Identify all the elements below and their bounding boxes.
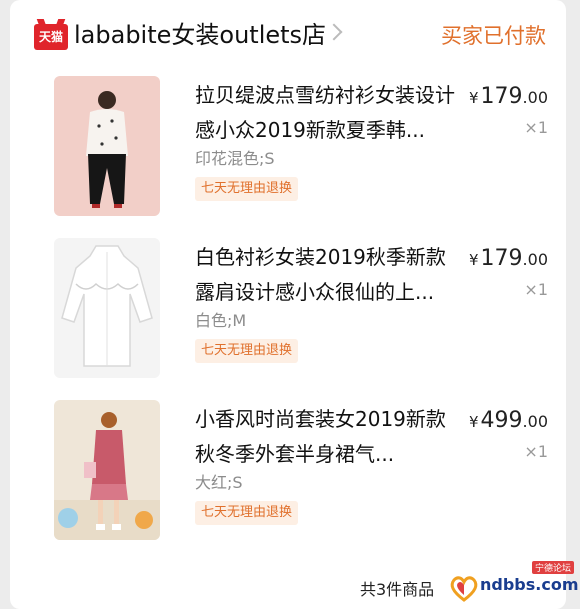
product-quantity: ×1: [524, 280, 548, 299]
product-title[interactable]: 拉贝缇波点雪纺衬衫女装设计感小众2019新款夏季韩...: [195, 78, 465, 148]
product-price: ¥179.00: [469, 246, 548, 271]
price-integer: 179: [480, 246, 523, 271]
watermark: ndbbs.com 宁德论坛: [448, 561, 579, 603]
product-title[interactable]: 白色衬衫女装2019秋季新款露肩设计感小众很仙的上...: [195, 240, 465, 310]
product-price: ¥499.00: [469, 408, 548, 433]
currency-symbol: ¥: [469, 89, 479, 107]
product-price: ¥179.00: [469, 84, 548, 109]
currency-symbol: ¥: [469, 413, 479, 431]
order-status: 买家已付款: [441, 24, 546, 48]
order-item-count: 共3件商品: [360, 580, 435, 599]
order-item[interactable]: 白色衬衫女装2019秋季新款露肩设计感小众很仙的上... 白色;M 七天无理由退…: [10, 238, 566, 388]
tmall-logo: 天猫: [34, 24, 68, 50]
watermark-text: ndbbs.com: [480, 575, 579, 594]
price-integer: 179: [480, 84, 523, 109]
watermark-badge: 宁德论坛: [531, 561, 574, 574]
order-item[interactable]: 拉贝缇波点雪纺衬衫女装设计感小众2019新款夏季韩... 印花混色;S 七天无理…: [10, 76, 566, 226]
return-policy-badge: 七天无理由退换: [195, 501, 299, 525]
product-image[interactable]: [54, 76, 160, 216]
order-card: 天猫 lababite女装outlets店 买家已付款 拉贝缇波点雪纺衬衫女装设…: [10, 0, 566, 609]
price-integer: 499: [480, 408, 523, 433]
price-decimal: .00: [522, 88, 548, 107]
return-policy-badge: 七天无理由退换: [195, 177, 299, 201]
chevron-right-icon[interactable]: [325, 23, 343, 41]
currency-symbol: ¥: [469, 251, 479, 269]
shop-header[interactable]: 天猫 lababite女装outlets店 买家已付款: [10, 0, 566, 70]
price-decimal: .00: [522, 412, 548, 431]
order-item[interactable]: 小香风时尚套装女2019新款秋冬季外套半身裙气... 大红;S 七天无理由退换 …: [10, 400, 566, 550]
product-quantity: ×1: [524, 442, 548, 461]
price-decimal: .00: [522, 250, 548, 269]
product-title[interactable]: 小香风时尚套装女2019新款秋冬季外套半身裙气...: [195, 402, 465, 472]
product-image[interactable]: [54, 238, 160, 378]
product-spec: 印花混色;S: [195, 149, 275, 168]
return-policy-badge: 七天无理由退换: [195, 339, 299, 363]
heart-logo-icon: [450, 576, 478, 602]
product-image[interactable]: [54, 400, 160, 540]
product-spec: 白色;M: [195, 311, 247, 330]
shop-name[interactable]: lababite女装outlets店: [74, 18, 326, 52]
product-quantity: ×1: [524, 118, 548, 137]
product-spec: 大红;S: [195, 473, 243, 492]
